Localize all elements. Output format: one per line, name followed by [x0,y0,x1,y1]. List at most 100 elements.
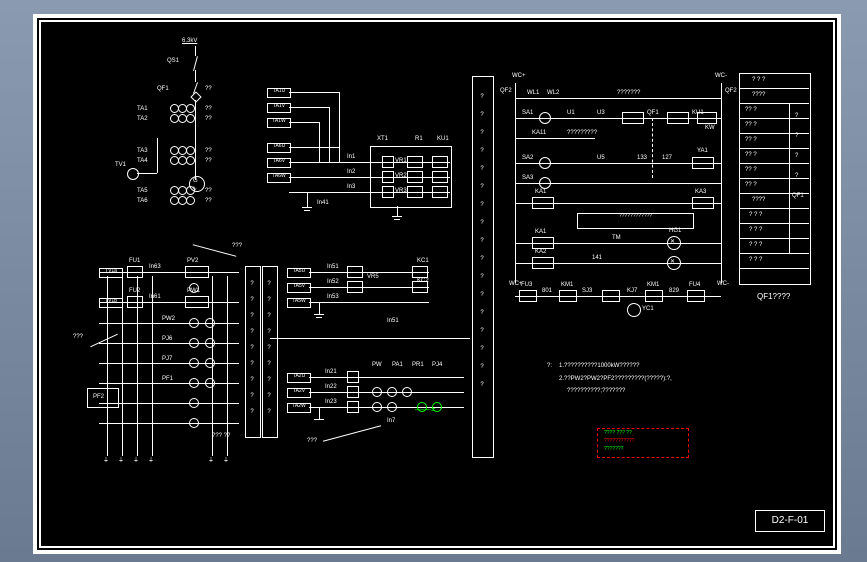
rt0: ? ? ? [752,77,765,83]
yc1: YC1 [642,306,654,312]
rs4: QF1 [792,193,804,199]
ka11: KA11 [532,130,546,136]
ta34-qm: ?? [205,148,212,154]
ta6w: TA6W [267,173,291,183]
note3: ??????????;??????? [567,388,625,394]
pj7: PJ7 [162,356,172,362]
center-box: ???????????? [577,213,694,229]
pf2: PF2 [93,394,104,400]
rt5: ?? ? [745,152,757,158]
pj4-l: PJ4 [432,362,442,368]
kat: ????????? [567,130,597,136]
rt12: ? ? ? [749,257,762,263]
in21: In21 [325,369,337,375]
fu3: FU3 [521,282,532,288]
in23: In23 [325,399,337,405]
pf1: PF1 [162,376,173,382]
caption2: ??? [307,438,317,444]
pw-l: PW [372,362,382,368]
row1q: ??????? [617,90,640,96]
km1: KM1 [561,282,573,288]
in51: In51 [327,264,339,270]
in3: In3 [347,184,355,190]
wl2: WL2 [547,90,559,96]
sj3: SJ3 [582,288,592,294]
rt1: ???? [752,92,765,98]
ta1u: TA1U [267,88,291,98]
qf1-r: QF1 [647,110,659,116]
lb-caption: ??? ?? [212,433,230,439]
in51b: In51 [387,318,399,324]
rt8: ???? [752,197,765,203]
grn-mark: ——= [415,406,436,414]
ta1v: TA1V [267,103,291,113]
center-q: ? ? ? ? ? ? ? ? ? ? ? ? ? ? ? ? ? [478,88,486,394]
wcp: WC+ [512,73,526,79]
sa1: SA1 [522,110,533,116]
wcn: WC- [715,73,727,79]
ta5u: TA5U [287,268,311,278]
stamp: ???? ??? ?? ??????????? ??????? [597,428,689,458]
pv2-l: PV2 [187,258,198,264]
ka3: KA3 [695,189,706,195]
in63: In63 [149,264,161,270]
qs1-label: QS1 [167,58,179,64]
rt-bottom: QF1???? [757,293,790,301]
tv1a: TV1a [99,268,123,278]
tm: TM [612,235,621,241]
qf2-t: QF2 [500,88,512,94]
rs2: ? [795,153,798,159]
kc1: KC1 [417,258,429,264]
rt6: ?? ? [745,167,757,173]
vr1: VR1 [395,158,407,164]
pa-l: PA1 [392,362,403,368]
qf2-b: QF2 [725,88,737,94]
rt11: ? ? ? [749,242,762,248]
ta6v: TA6V [267,158,291,168]
pw1-l: PW1 [187,288,200,294]
ta2: TA2 [137,116,148,122]
vr3: VR3 [395,188,407,194]
ka1: KA1 [535,189,546,195]
in41: In41 [317,200,329,206]
qf1-qm: ?? [205,86,212,92]
r1: R1 [415,136,423,142]
note1: 1.??????????1000kW?????? [559,363,639,369]
ta6u: TA6U [267,143,291,153]
rs3: ? [795,173,798,179]
fu1-l: FU1 [129,258,140,264]
ta56-qm2: ?? [205,198,212,204]
ta12-qm2: ?? [205,116,212,122]
ta34-qm2: ?? [205,158,212,164]
pj6: PJ6 [162,336,172,342]
qf1-label: QF1 [157,86,169,92]
ta2v: TA2V [287,388,311,398]
fu2-l: FU2 [129,288,140,294]
ta1: TA1 [137,106,148,112]
rt3: ?? ? [745,122,757,128]
generator: G [193,178,198,184]
rt4: ?? ? [745,137,757,143]
sa2: SA2 [522,155,533,161]
drawing-number: D2-F-01 [755,510,825,532]
sa3: SA3 [522,175,533,181]
pw2: PW2 [162,316,175,322]
ka2: KA2 [535,249,546,255]
in1: In1 [347,154,355,160]
ta5v: TA5V [287,283,311,293]
in61: In61 [149,294,161,300]
kj7: KJ7 [627,288,637,294]
rt10: ? ? ? [749,227,762,233]
note-t: ?: [547,363,552,369]
ta3: TA3 [137,148,148,154]
ka2-a: KA1 [535,229,546,235]
in53: In53 [327,294,339,300]
rt7: ?? ? [745,182,757,188]
ta12-qm: ?? [205,106,212,112]
fu4: FU4 [689,282,700,288]
in7: In7 [387,418,395,424]
ta5w: TA5W [287,298,311,308]
km2-2: KM1 [647,282,659,288]
kw-r: KW [705,125,715,131]
xt1: XT1 [377,136,388,142]
